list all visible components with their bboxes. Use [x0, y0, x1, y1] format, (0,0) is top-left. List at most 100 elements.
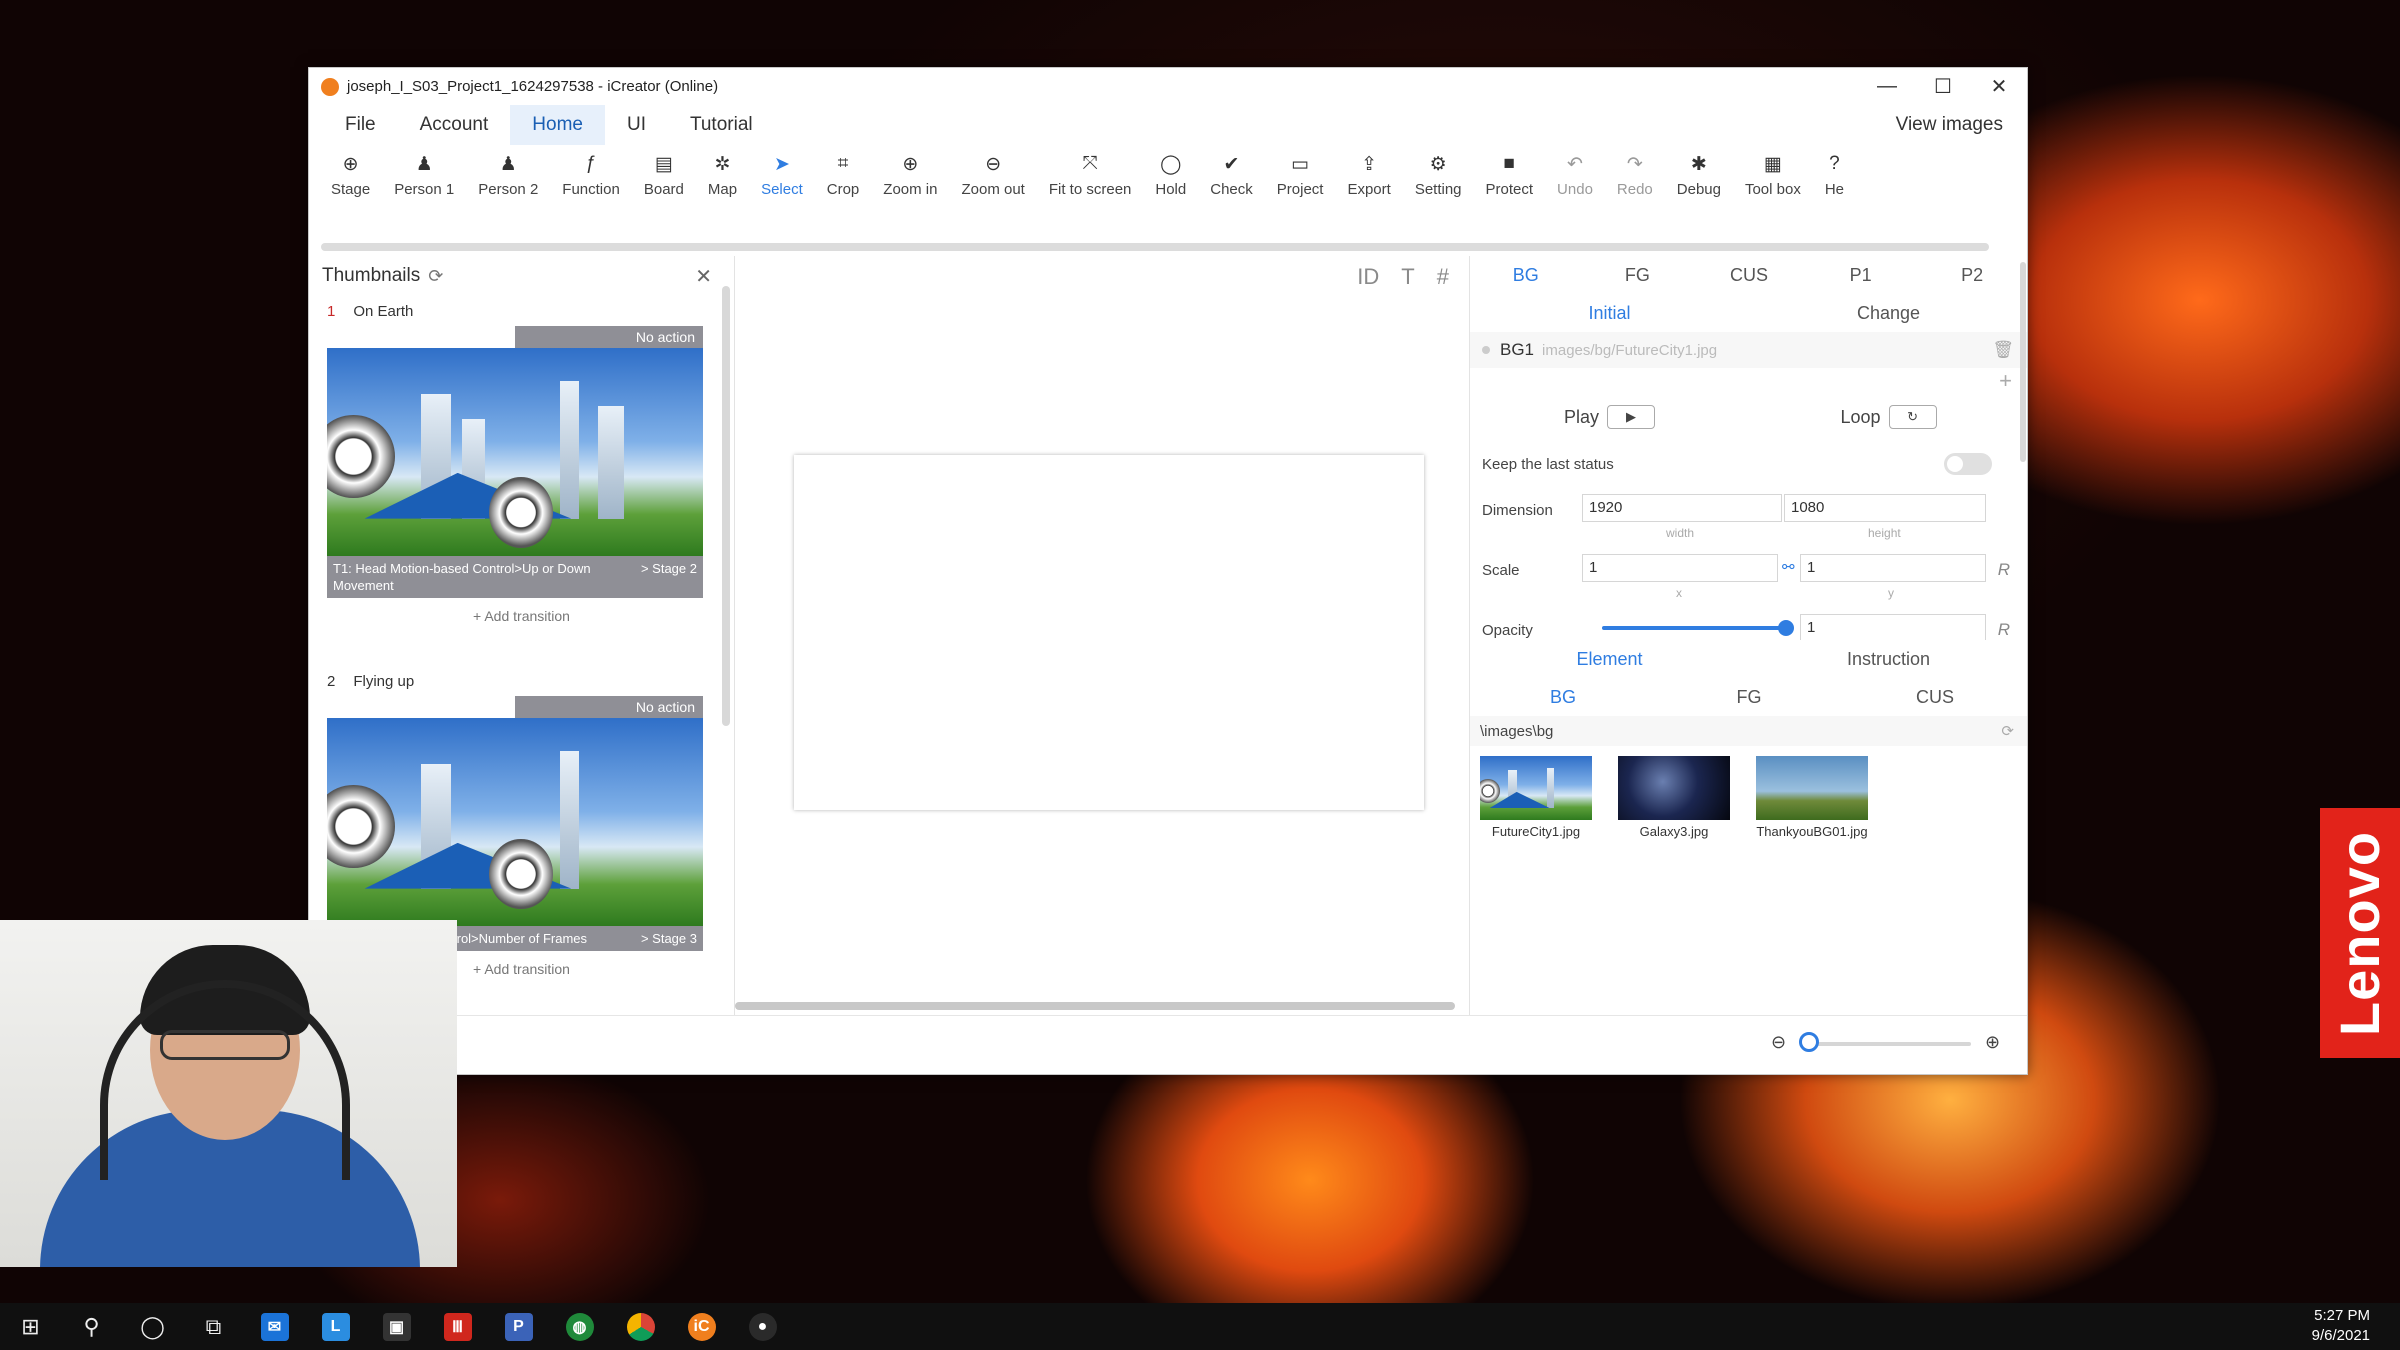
tab-element-fg[interactable]: FG [1656, 687, 1842, 708]
tab-element-cus[interactable]: CUS [1842, 687, 2027, 708]
scene-title[interactable]: 2 Flying up [309, 666, 734, 696]
cortana-icon[interactable]: ◯ [122, 1303, 183, 1350]
app-blue-icon[interactable]: P [488, 1303, 549, 1350]
scale-y-input[interactable]: 1 [1800, 554, 1986, 582]
add-transition-button[interactable]: + Add transition [309, 608, 734, 624]
tool-select-button[interactable]: ➤ Select [749, 149, 815, 213]
tool-project-button[interactable]: ▭ Project [1265, 149, 1336, 213]
view-images-link[interactable]: View images [1896, 105, 2003, 145]
scale-x-input[interactable]: 1 [1582, 554, 1778, 582]
mail-icon[interactable]: ✉ [244, 1303, 305, 1350]
reset-scale-link[interactable]: R [1998, 560, 2010, 580]
system-clock[interactable]: 5:27 PM 9/6/2021 [2312, 1306, 2370, 1346]
stage-preview[interactable] [794, 455, 1424, 810]
export-icon: ⇪ [1361, 153, 1378, 175]
tool-export-button[interactable]: ⇪ Export [1335, 149, 1402, 213]
tool-zoom-in-button[interactable]: ⊕ Zoom in [871, 149, 949, 213]
tool-function-button[interactable]: ƒ Function [550, 149, 632, 213]
keep-last-toggle[interactable] [1944, 453, 1992, 475]
link-icon[interactable]: ⚯ [1782, 558, 1795, 576]
close-icon[interactable]: ✕ [695, 264, 712, 289]
trash-icon[interactable]: 🗑 [1992, 340, 2014, 360]
tool-fit-to-screen-button[interactable]: ⤧ Fit to screen [1037, 149, 1144, 213]
tool-debug-button[interactable]: ✱ Debug [1665, 149, 1733, 213]
scene-card[interactable]: trol>Number of Frames > Stage 3 [327, 718, 703, 951]
reset-opacity-link[interactable]: R [1998, 620, 2010, 640]
asset-item[interactable]: FutureCity1.jpg [1480, 756, 1592, 839]
tab-initial[interactable]: Initial [1470, 303, 1749, 324]
text-toggle-icon[interactable]: T [1401, 264, 1414, 290]
tab-bg[interactable]: BG [1470, 265, 1582, 286]
tool-crop-button[interactable]: ⌗ Crop [815, 149, 872, 213]
zoom-slider[interactable] [1805, 1042, 1971, 1046]
icreator-icon[interactable]: iC [671, 1303, 732, 1350]
tool-tool-box-button[interactable]: ▦ Tool box [1733, 149, 1813, 213]
width-input[interactable]: 1920 [1582, 494, 1782, 522]
tool-person-1-button[interactable]: ♟ Person 1 [382, 149, 466, 213]
chrome-icon[interactable] [610, 1303, 671, 1350]
tool-setting-button[interactable]: ⚙ Setting [1403, 149, 1474, 213]
tool-protect-button[interactable]: ■ Protect [1474, 149, 1546, 213]
app-red-icon[interactable]: Ⅲ [427, 1303, 488, 1350]
close-button[interactable]: ✕ [1971, 68, 2027, 105]
menu-ui[interactable]: UI [605, 105, 668, 145]
zoom-slider-handle[interactable] [1799, 1032, 1819, 1052]
opacity-slider[interactable] [1602, 620, 1794, 636]
height-input[interactable]: 1080 [1784, 494, 1986, 522]
menu-account[interactable]: Account [398, 105, 511, 145]
tool-hold-button[interactable]: ◯ Hold [1143, 149, 1198, 213]
play-button[interactable]: ▶ [1607, 405, 1655, 429]
globe-icon[interactable]: ◍ [549, 1303, 610, 1350]
zoom-in-icon[interactable]: ⊕ [1985, 1032, 2000, 1053]
tool-zoom-out-button[interactable]: ⊖ Zoom out [949, 149, 1036, 213]
asset-item[interactable]: Galaxy3.jpg [1618, 756, 1730, 839]
tool-person-2-button[interactable]: ♟ Person 2 [466, 149, 550, 213]
refresh-icon[interactable]: ⟳ [2001, 722, 2014, 740]
loop-button[interactable]: ↻ [1888, 405, 1937, 429]
windows-start-icon[interactable]: ⊞ [0, 1303, 61, 1350]
thumbnails-scrollbar[interactable] [722, 286, 730, 726]
tool-he-button[interactable]: ? He [1813, 149, 1856, 213]
canvas-scrollbar[interactable] [735, 1002, 1455, 1010]
tab-cus[interactable]: CUS [1693, 265, 1805, 286]
task-view-icon[interactable]: ⧉ [183, 1303, 244, 1350]
refresh-icon[interactable]: ⟳ [428, 266, 443, 287]
add-icon[interactable]: + [1470, 368, 2027, 394]
zoom-out-icon[interactable]: ⊖ [1771, 1032, 1786, 1053]
tool-undo-button[interactable]: ↶ Undo [1545, 149, 1605, 213]
tool-map-button[interactable]: ✲ Map [696, 149, 749, 213]
grid-toggle-icon[interactable]: # [1437, 264, 1449, 290]
bg-item-row[interactable]: BG1 images/bg/FutureCity1.jpg 🗑 [1470, 332, 2027, 368]
minimize-button[interactable]: — [1859, 68, 1915, 105]
asset-item[interactable]: ThankyouBG01.jpg [1756, 756, 1868, 839]
tab-instruction[interactable]: Instruction [1749, 649, 2027, 670]
properties-scrollbar[interactable] [2020, 262, 2026, 462]
store-icon[interactable]: ▣ [366, 1303, 427, 1350]
scene-title[interactable]: 1 On Earth [309, 296, 734, 326]
menu-home[interactable]: Home [510, 105, 605, 145]
asset-name: Galaxy3.jpg [1639, 824, 1709, 839]
toolbar-scrollbar[interactable] [321, 243, 1989, 251]
menu-tutorial[interactable]: Tutorial [668, 105, 775, 145]
tab-element-bg[interactable]: BG [1470, 687, 1656, 708]
tab-fg[interactable]: FG [1582, 265, 1694, 286]
obs-icon[interactable]: ● [732, 1303, 793, 1350]
tab-p2[interactable]: P2 [1916, 265, 2027, 286]
tool-stage-button[interactable]: ⊕ Stage [319, 149, 382, 213]
opacity-input[interactable]: 1 [1800, 614, 1986, 640]
tool-board-button[interactable]: ▤ Board [632, 149, 696, 213]
scene-name: Flying up [353, 672, 415, 690]
tab-change[interactable]: Change [1749, 303, 2027, 324]
tab-element[interactable]: Element [1470, 649, 1749, 670]
scene-stage: > Stage 3 [640, 931, 697, 946]
menu-file[interactable]: File [323, 105, 398, 145]
maximize-button[interactable]: ☐ [1915, 68, 1971, 105]
id-toggle-icon[interactable]: ID [1357, 264, 1379, 290]
lync-icon[interactable]: L [305, 1303, 366, 1350]
tab-p1[interactable]: P1 [1805, 265, 1917, 286]
tool-label: Debug [1676, 181, 1721, 198]
tool-redo-button[interactable]: ↷ Redo [1605, 149, 1665, 213]
search-icon[interactable]: ⚲ [61, 1303, 122, 1350]
tool-check-button[interactable]: ✔ Check [1198, 149, 1265, 213]
scene-card[interactable]: T1: Head Motion-based Control>Up or Down… [327, 348, 703, 598]
